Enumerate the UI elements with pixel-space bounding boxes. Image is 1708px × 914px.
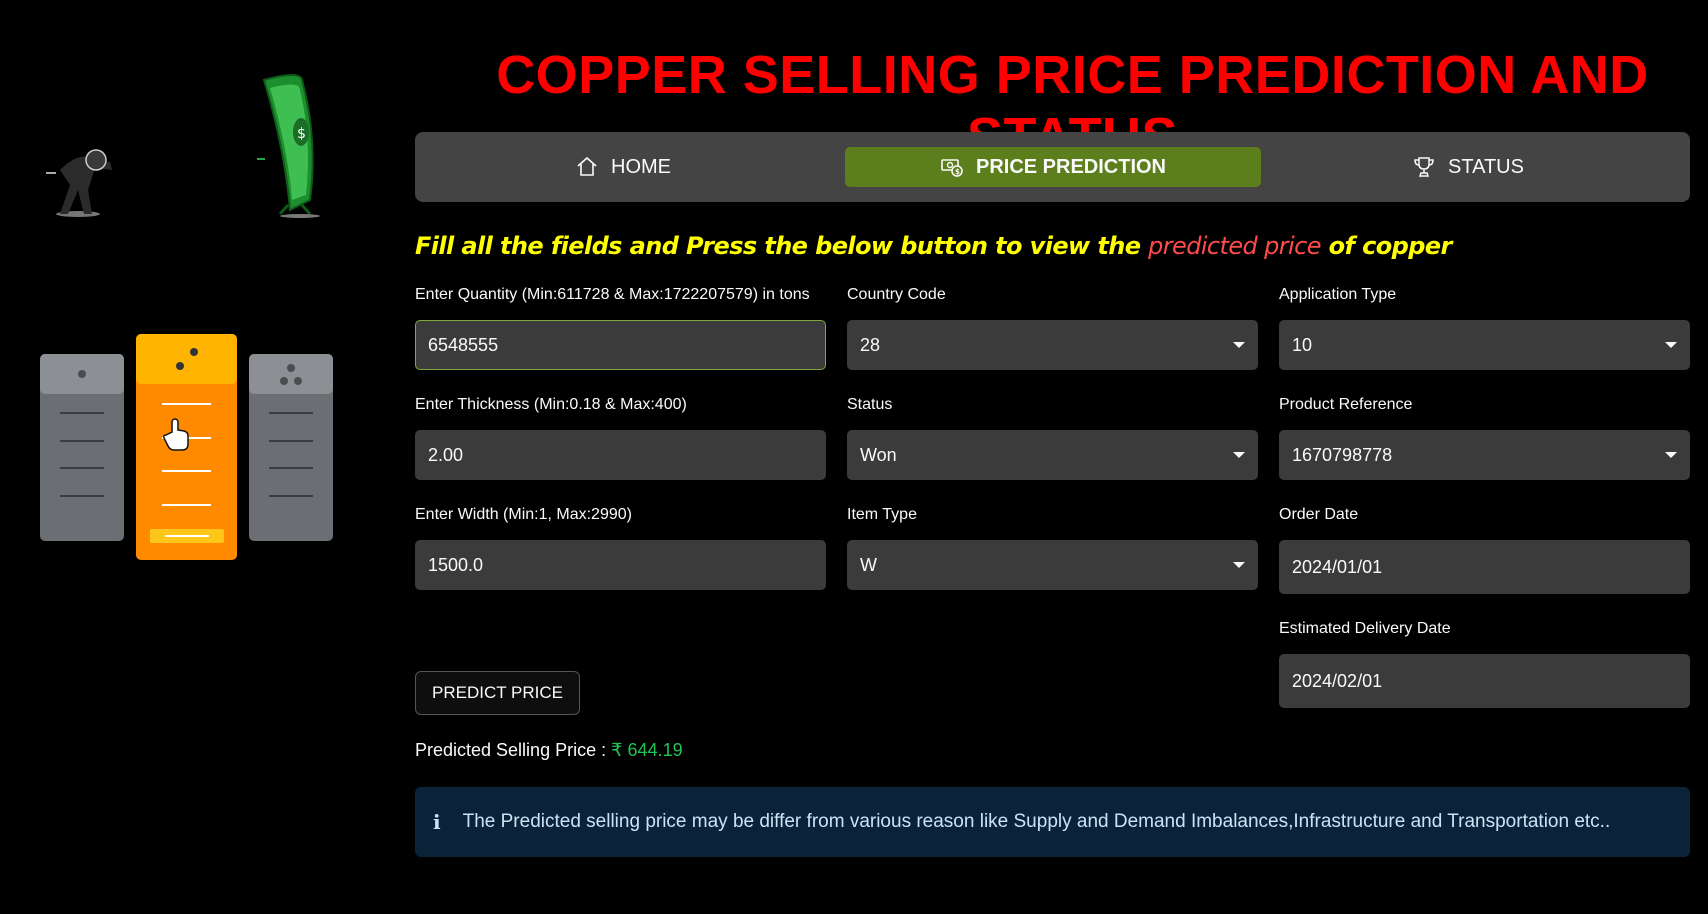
thickness-value: 2.00 — [428, 444, 464, 465]
info-alert: i The Predicted selling price may be dif… — [415, 787, 1690, 857]
product-reference-field: Product Reference 1670798778 — [1279, 396, 1690, 480]
application-type-field: Application Type 10 — [1279, 286, 1690, 370]
item-type-value: W — [860, 554, 877, 575]
predict-price-button[interactable]: PREDICT PRICE — [415, 671, 580, 715]
instruction-text: Fill all the fields and Press the below … — [415, 232, 1149, 260]
delivery-date-label: Estimated Delivery Date — [1279, 620, 1451, 637]
tab-home[interactable]: HOME — [415, 147, 831, 187]
country-code-value: 28 — [860, 334, 881, 355]
info-text: The Predicted selling price may be diffe… — [462, 811, 1611, 832]
tab-status-label: STATUS — [1448, 155, 1524, 178]
chevron-down-icon — [1233, 452, 1245, 458]
cash-coin-icon: $ — [941, 159, 963, 177]
money-bill-icon: $ — [257, 74, 320, 218]
status-select[interactable]: Won — [847, 430, 1258, 480]
house-icon — [577, 156, 597, 176]
animation-illustration: $ — [40, 74, 333, 560]
thickness-input[interactable]: 2.00 — [415, 430, 826, 480]
tab-home-label: HOME — [611, 155, 671, 178]
width-field: Enter Width (Min:1, Max:2990) 1500.0 — [415, 506, 826, 590]
chevron-down-icon — [1233, 342, 1245, 348]
predicted-price-value: ₹ 644.19 — [611, 740, 683, 760]
instruction-highlight: predicted price — [1148, 232, 1321, 260]
tab-price-prediction[interactable]: $ PRICE PREDICTION — [845, 147, 1261, 187]
application-type-value: 10 — [1292, 334, 1313, 355]
status-label: Status — [847, 396, 893, 413]
width-input[interactable]: 1500.0 — [415, 540, 826, 590]
quantity-field: Enter Quantity (Min:611728 & Max:1722207… — [415, 286, 826, 370]
quantity-label: Enter Quantity (Min:611728 & Max:1722207… — [415, 286, 810, 303]
country-code-label: Country Code — [847, 286, 946, 303]
delivery-date-value: 2024/02/01 — [1292, 670, 1383, 691]
running-person-icon — [46, 149, 112, 217]
order-date-label: Order Date — [1279, 506, 1359, 523]
instruction-text-end: of copper — [1320, 232, 1453, 260]
product-reference-value: 1670798778 — [1292, 444, 1393, 465]
pricing-card-center — [136, 334, 237, 560]
instruction-heading: Fill all the fields and Press the below … — [415, 232, 1452, 260]
chevron-down-icon — [1665, 452, 1677, 458]
sidebar-illustration: $ — [0, 0, 390, 909]
width-value: 1500.0 — [428, 554, 484, 575]
application-type-select[interactable]: 10 — [1279, 320, 1690, 370]
predicted-price-label: Predicted Selling Price : — [415, 740, 612, 760]
delivery-date-input[interactable]: 2024/02/01 — [1279, 654, 1690, 708]
delivery-date-field: Estimated Delivery Date 2024/02/01 — [1279, 620, 1690, 708]
item-type-field: Item Type W — [847, 506, 1258, 590]
svg-text:$: $ — [955, 168, 960, 176]
status-field: Status Won — [847, 396, 1258, 480]
predicted-price-result: Predicted Selling Price : ₹ 644.19 — [415, 740, 683, 761]
pricing-card-left — [40, 354, 124, 541]
application-type-label: Application Type — [1279, 286, 1397, 303]
svg-text:$: $ — [297, 126, 306, 142]
chevron-down-icon — [1233, 562, 1245, 568]
pricing-card-right — [249, 354, 333, 541]
item-type-label: Item Type — [847, 506, 917, 523]
quantity-input[interactable]: 6548555 — [415, 320, 826, 370]
info-icon: i — [433, 810, 441, 834]
option-menu: HOME $ PRICE PREDICTION STATUS — [415, 132, 1690, 202]
country-code-select[interactable]: 28 — [847, 320, 1258, 370]
order-date-field: Order Date 2024/01/01 — [1279, 506, 1690, 594]
product-reference-select[interactable]: 1670798778 — [1279, 430, 1690, 480]
country-code-field: Country Code 28 — [847, 286, 1258, 370]
width-label: Enter Width (Min:1, Max:2990) — [415, 506, 632, 523]
main-content: COPPER SELLING PRICE PREDICTION AND STAT… — [415, 0, 1690, 909]
product-reference-label: Product Reference — [1279, 396, 1413, 413]
tab-price-prediction-label: PRICE PREDICTION — [975, 155, 1167, 178]
item-type-select[interactable]: W — [847, 540, 1258, 590]
order-date-value: 2024/01/01 — [1292, 556, 1383, 577]
tab-status[interactable]: STATUS — [1260, 147, 1676, 187]
order-date-input[interactable]: 2024/01/01 — [1279, 540, 1690, 594]
trophy-icon — [1414, 157, 1434, 177]
chevron-down-icon — [1665, 342, 1677, 348]
thickness-label: Enter Thickness (Min:0.18 & Max:400) — [415, 396, 687, 413]
status-value: Won — [860, 444, 897, 465]
thickness-field: Enter Thickness (Min:0.18 & Max:400) 2.0… — [415, 396, 826, 480]
quantity-value: 6548555 — [428, 334, 499, 355]
